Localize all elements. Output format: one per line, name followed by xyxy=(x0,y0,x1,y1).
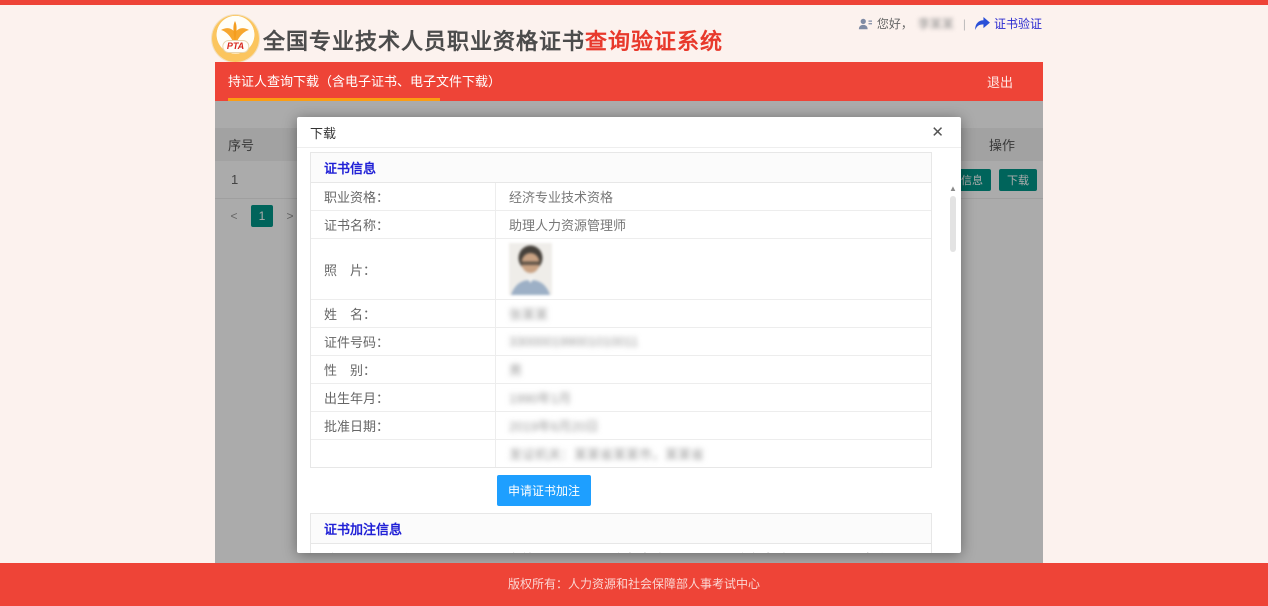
row-label xyxy=(311,450,495,458)
row-label: 出生年月： xyxy=(324,391,390,406)
certificate-photo xyxy=(509,243,552,295)
cert-info-section: 证书信息 职业资格： 经济专业技术资格 证书名称： 助理人力资源管理师 照 片： xyxy=(310,152,932,468)
username-masked: 李某某 xyxy=(917,17,954,31)
scroll-up-icon[interactable]: ▲ xyxy=(948,184,958,193)
annotation-table-header: 序号 使用场景 有效期至 加注申请时间 加注完成时间 操作 xyxy=(311,544,931,553)
modal-body: 证书信息 职业资格： 经济专业技术资格 证书名称： 助理人力资源管理师 照 片： xyxy=(297,148,961,553)
annotation-info-section: 证书加注信息 序号 使用场景 有效期至 加注申请时间 加注完成时间 操作 无数据 xyxy=(310,513,932,553)
cert-row-qualification: 职业资格： 经济专业技术资格 xyxy=(311,183,931,210)
copyright-text: 版权所有：人力资源和社会保障部人事考试中心 xyxy=(507,577,760,591)
anno-col-complete-time: 加注完成时间 xyxy=(695,544,825,553)
modal-scrollbar[interactable]: ▲ ▼ xyxy=(948,184,958,553)
download-modal: 下载 ✕ 证书信息 职业资格： 经济专业技术资格 证书名称： 助理人力资源管理师… xyxy=(297,117,961,553)
cert-verify-label: 证书验证 xyxy=(993,17,1042,31)
greeting-text: 您好， xyxy=(876,17,913,31)
row-label: 证件号码： xyxy=(324,335,390,350)
row-value: 助理人力资源管理师 xyxy=(509,218,627,233)
modal-title: 下载 xyxy=(310,125,337,141)
row-label: 职业资格： xyxy=(324,190,390,205)
share-arrow-icon xyxy=(975,17,990,30)
anno-col-index: 序号 xyxy=(311,544,367,553)
cert-row-gender: 性 别： 男 xyxy=(311,355,931,383)
pta-logo: PTA xyxy=(212,15,259,62)
logo-text: PTA xyxy=(221,40,250,53)
modal-header: 下载 ✕ xyxy=(297,117,961,148)
anno-col-action: 操作 xyxy=(826,544,931,553)
cert-row-birth: 出生年月： 1990年1月 xyxy=(311,383,931,411)
row-value-redacted: 2019年6月20日 xyxy=(509,419,599,434)
footer: 版权所有：人力资源和社会保障部人事考试中心 xyxy=(0,563,1268,606)
cert-row-cert-name: 证书名称： 助理人力资源管理师 xyxy=(311,210,931,238)
anno-col-apply-time: 加注申请时间 xyxy=(578,544,696,553)
page-title-main: 全国专业技术人员职业资格证书 xyxy=(263,29,586,54)
tab-holder-query-download[interactable]: 持证人查询下载（含电子证书、电子文件下载） xyxy=(215,62,514,101)
row-label: 姓 名： xyxy=(324,307,377,322)
row-value: 经济专业技术资格 xyxy=(509,190,614,205)
user-icon xyxy=(858,18,872,29)
row-label: 批准日期： xyxy=(324,419,390,434)
separator: | xyxy=(962,16,966,31)
cert-row-photo: 照 片： xyxy=(311,238,931,299)
navbar: 持证人查询下载（含电子证书、电子文件下载） 退出 xyxy=(215,62,1043,101)
top-red-strip xyxy=(0,0,1268,5)
page-title-system: 查询验证系统 xyxy=(585,29,724,54)
cert-row-id-number: 证件号码： 330000199001010011 xyxy=(311,327,931,355)
cert-info-section-title: 证书信息 xyxy=(311,153,931,183)
cert-row-approval-date: 批准日期： 2019年6月20日 xyxy=(311,411,931,439)
annotation-section-title: 证书加注信息 xyxy=(311,514,931,544)
row-label: 照 片： xyxy=(324,262,377,278)
page: PTA 全国专业技术人员职业资格证书查询验证系统 您好， 李某某 | 证书验证 … xyxy=(0,0,1268,606)
row-value-redacted: 330000199001010011 xyxy=(509,334,639,349)
row-value-redacted: 发证机关：某某省某某市，某某省 xyxy=(509,447,705,462)
logout-button[interactable]: 退出 xyxy=(987,72,1043,91)
page-title: 全国专业技术人员职业资格证书查询验证系统 xyxy=(263,24,723,56)
row-label: 证书名称： xyxy=(324,218,390,233)
cert-row-name: 姓 名： 张某某 xyxy=(311,299,931,327)
row-value-redacted: 男 xyxy=(509,363,523,378)
topbar-user-area: 您好， 李某某 | 证书验证 xyxy=(858,15,1042,32)
apply-annotation-button[interactable]: 申请证书加注 xyxy=(497,475,592,506)
scrollbar-thumb[interactable] xyxy=(950,196,956,252)
row-value-redacted: 1990年1月 xyxy=(509,391,572,406)
cert-verify-link[interactable]: 证书验证 xyxy=(975,15,1042,32)
anno-col-valid-until: 有效期至 xyxy=(491,544,578,553)
row-label: 性 别： xyxy=(324,363,377,378)
cert-row-authority: 发证机关：某某省某某市，某某省 xyxy=(311,439,931,467)
anno-col-scene: 使用场景 xyxy=(367,544,491,553)
tab-label: 持证人查询下载（含电子证书、电子文件下载） xyxy=(228,74,502,89)
close-icon[interactable]: ✕ xyxy=(931,125,944,140)
row-value-redacted: 张某某 xyxy=(509,307,549,322)
